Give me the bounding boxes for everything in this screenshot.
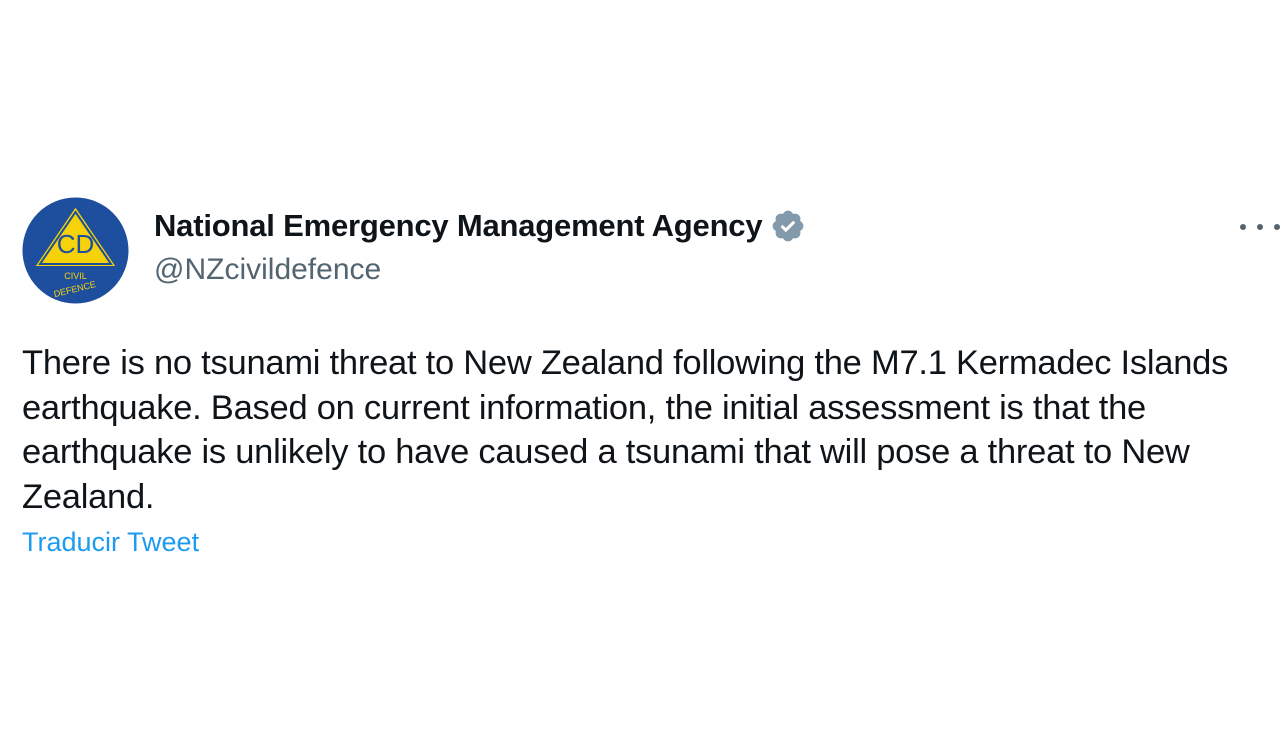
more-dot <box>1257 224 1263 230</box>
logo-text: CD <box>57 229 95 259</box>
tweet-text: There is no tsunami threat to New Zealan… <box>22 344 1229 516</box>
avatar[interactable]: CD CIVIL DEFENCE <box>22 197 129 304</box>
author-handle[interactable]: @NZcivildefence <box>154 253 381 287</box>
logo-ring-text-top: CIVIL <box>64 271 87 281</box>
more-options-icon[interactable] <box>1240 217 1280 237</box>
author-name-row: National Emergency Management Agency <box>154 208 806 244</box>
author-display-name[interactable]: National Emergency Management Agency <box>154 208 763 244</box>
verified-badge-icon <box>770 208 806 244</box>
more-dot <box>1240 224 1246 230</box>
civil-defence-logo-icon: CD CIVIL DEFENCE <box>22 197 129 304</box>
tweet-page: CD CIVIL DEFENCE National Emergency Mana… <box>0 0 1280 750</box>
more-dot <box>1274 224 1280 230</box>
translate-tweet-link[interactable]: Traducir Tweet <box>22 527 199 558</box>
